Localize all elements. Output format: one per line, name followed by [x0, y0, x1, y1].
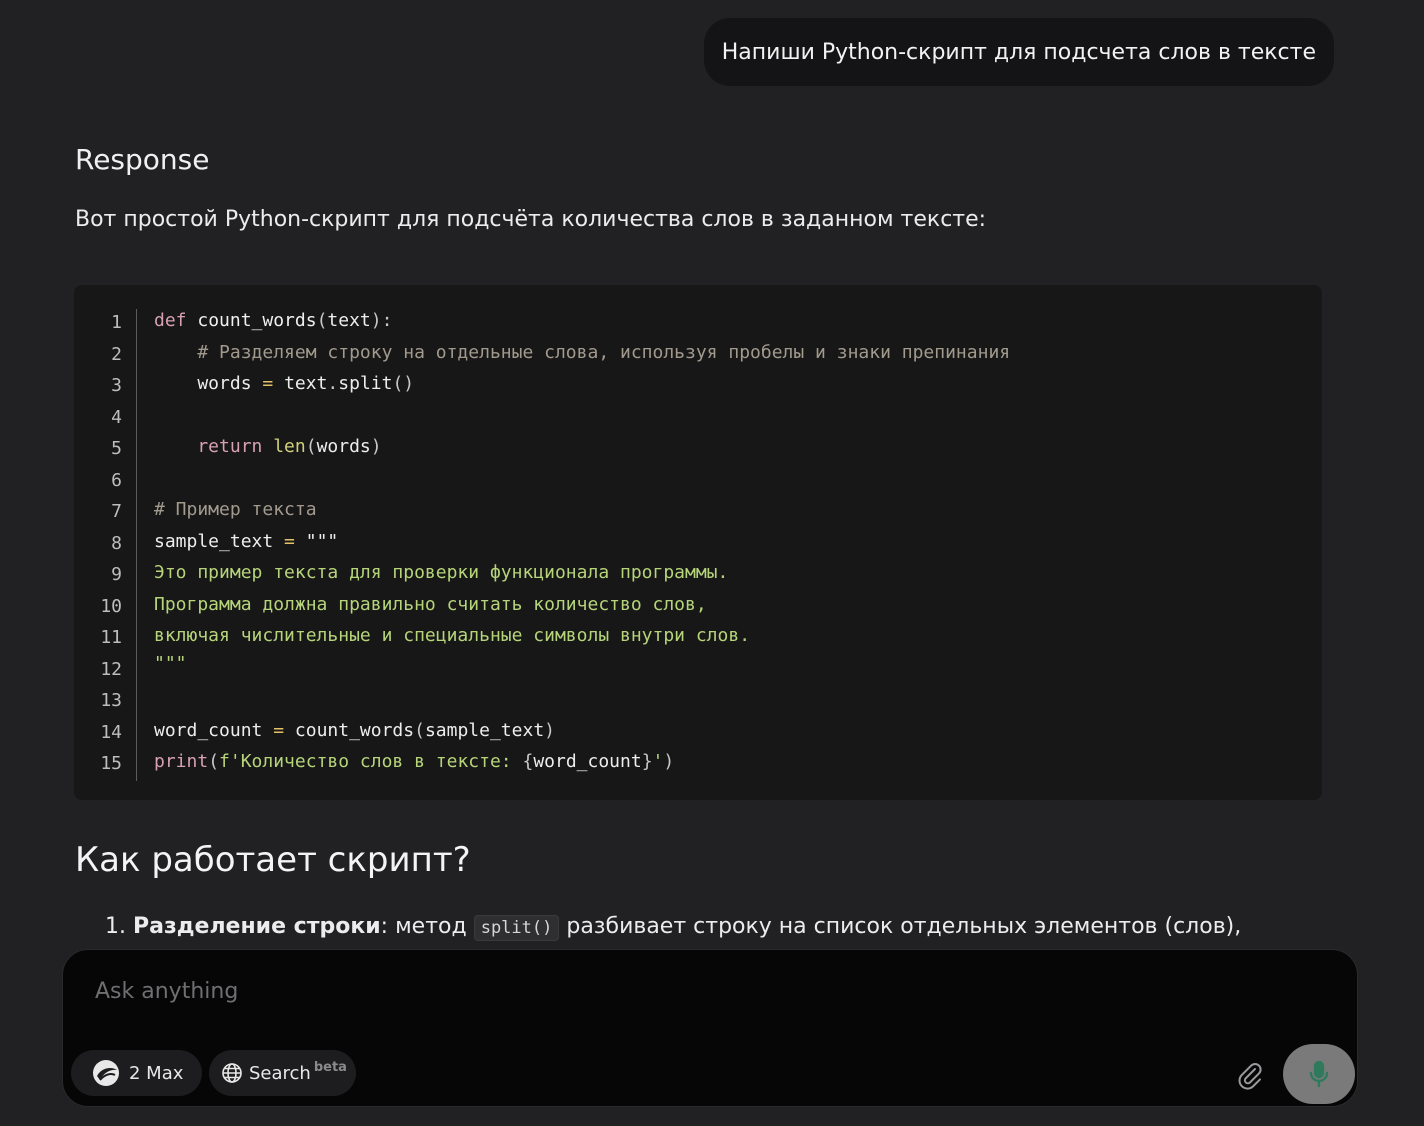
code-line-10: Программа должна правильно считать колич…: [154, 594, 707, 615]
code-function-call: count_words: [294, 720, 415, 741]
code-string: """: [154, 653, 187, 674]
line-number: 2: [111, 344, 122, 365]
globe-icon: [221, 1062, 243, 1084]
line-number: 6: [111, 470, 122, 491]
response-label: Response: [75, 143, 210, 176]
code-arg: word_count: [533, 751, 642, 772]
line-number: 4: [111, 407, 122, 428]
code-punct: ):: [370, 310, 393, 331]
code-punct: (: [305, 436, 317, 457]
line-number: 13: [100, 690, 122, 711]
code-comment: # Пример текста: [154, 499, 317, 520]
paperclip-icon: [1235, 1060, 1265, 1090]
code-punct: (: [316, 310, 328, 331]
chat-page: Напиши Python-скрипт для подсчета слов в…: [0, 0, 1424, 1126]
model-selector-button[interactable]: 2 Max: [71, 1050, 202, 1096]
code-variable: words: [154, 373, 252, 394]
code-line-3: words = text.split(): [154, 373, 414, 394]
code-line-7: # Пример текста: [154, 499, 317, 520]
code-string: f'Количество слов в тексте:: [219, 751, 523, 772]
code-punct: (: [208, 751, 220, 772]
code-arg: words: [316, 436, 371, 457]
code-keyword: def: [154, 310, 187, 331]
code-line-15: print(f'Количество слов в тексте: {word_…: [154, 751, 674, 772]
code-variable: word_count: [154, 720, 263, 741]
code-function-name: count_words: [186, 310, 317, 331]
line-number: 9: [111, 564, 122, 585]
inline-code: split(): [473, 915, 560, 941]
line-number: 1: [111, 312, 122, 333]
message-composer: 2 Max Search beta: [62, 949, 1358, 1107]
code-operator: =: [273, 531, 306, 552]
code-line-2: # Разделяем строку на отдельные слова, и…: [154, 342, 1010, 363]
code-string: ': [652, 751, 664, 772]
code-punct: ): [544, 720, 556, 741]
code-line-8: sample_text = """: [154, 531, 338, 552]
line-number: 14: [100, 722, 122, 743]
code-punct: .: [327, 373, 339, 394]
response-intro: Вот простой Python-скрипт для подсчёта к…: [75, 207, 987, 232]
line-number: 3: [111, 375, 122, 396]
code-variable: sample_text: [154, 531, 274, 552]
gutter-divider: [136, 309, 137, 781]
line-number: 11: [100, 627, 122, 648]
code-arg: sample_text: [424, 720, 545, 741]
code-arg: text: [327, 310, 371, 331]
code-punct: (): [392, 373, 415, 394]
code-block: 1 2 3 4 5 6 7 8 9 10 11 12 13 14 15 def …: [74, 285, 1322, 800]
list-number: 1.: [105, 914, 126, 939]
code-line-14: word_count = count_words(sample_text): [154, 720, 555, 741]
model-logo-icon: [91, 1058, 121, 1088]
code-punct: ): [663, 751, 675, 772]
line-number: 7: [111, 501, 122, 522]
search-toggle-button[interactable]: Search beta: [209, 1050, 356, 1096]
code-punct: ): [370, 436, 382, 457]
code-operator: =: [251, 373, 285, 394]
code-line-1: def count_words(text):: [154, 310, 392, 331]
code-line-12: """: [154, 653, 187, 674]
line-number-gutter: 1 2 3 4 5 6 7 8 9 10 11 12 13 14 15: [74, 285, 136, 800]
code-comment: # Разделяем строку на отдельные слова, и…: [154, 342, 1011, 363]
code-punct: {: [522, 751, 534, 772]
code-builtin: len: [273, 436, 306, 457]
code-string: включая числительные и специальные симво…: [154, 625, 751, 646]
code-line-11: включая числительные и специальные симво…: [154, 625, 750, 646]
code-keyword: return: [154, 436, 263, 457]
code-string: """: [305, 531, 339, 552]
attach-button[interactable]: [1233, 1058, 1267, 1092]
line-number: 10: [100, 596, 122, 617]
microphone-icon: [1306, 1059, 1332, 1089]
section-heading: Как работает скрипт?: [75, 840, 471, 880]
list-item: 1. Разделение строки: метод split() разб…: [105, 914, 1242, 941]
line-number: 8: [111, 533, 122, 554]
code-punct: (: [414, 720, 425, 741]
code-line-9: Это пример текста для проверки функциона…: [154, 562, 728, 583]
line-number: 5: [111, 438, 122, 459]
list-item-title: Разделение строки: [133, 914, 381, 939]
search-label: Search: [249, 1062, 311, 1084]
code-builtin: print: [154, 751, 209, 772]
code-string: Это пример текста для проверки функциона…: [154, 562, 729, 583]
ask-input[interactable]: [93, 978, 1197, 1005]
code-method: split: [338, 373, 393, 394]
code-operator: =: [262, 720, 295, 741]
user-message-text: Напиши Python-скрипт для подсчета слов в…: [721, 39, 1316, 65]
code-line-5: return len(words): [154, 436, 382, 457]
code-string: Программа должна правильно считать колич…: [154, 594, 707, 615]
list-text: разбивает строку на список отдельных эле…: [559, 914, 1242, 939]
code-object: text: [284, 373, 328, 394]
beta-badge: beta: [313, 1059, 347, 1075]
list-text: : метод: [380, 914, 474, 939]
line-number: 12: [100, 659, 122, 680]
code-punct: }: [641, 751, 653, 772]
voice-input-button[interactable]: [1283, 1044, 1355, 1104]
user-message-bubble: Напиши Python-скрипт для подсчета слов в…: [703, 18, 1334, 86]
model-label: 2 Max: [129, 1062, 184, 1084]
line-number: 15: [100, 753, 122, 774]
